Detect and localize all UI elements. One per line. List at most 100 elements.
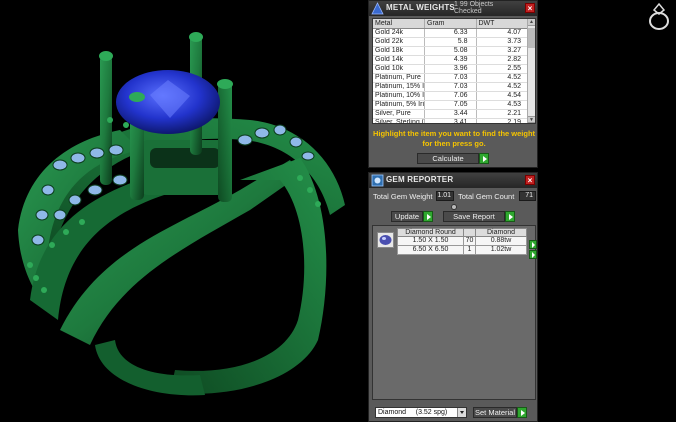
dwt-cell: 4.52 [476, 73, 528, 83]
metal-weights-title: METAL WEIGHTS [386, 3, 455, 12]
update-label: Update [394, 212, 420, 221]
scroll-thumb[interactable] [528, 28, 535, 48]
metal-weights-panel: METAL WEIGHTS 1 99 Objects Checked × Met… [368, 0, 538, 168]
diamond-thumbnail-icon [377, 232, 394, 248]
gram-cell: 6.33 [424, 28, 477, 38]
table-row[interactable]: 1.50 X 1.50 70 0.88tw [397, 236, 527, 246]
gram-cell: 4.39 [424, 55, 477, 65]
table-row[interactable]: Gold 14k 4.39 2.82 [373, 55, 528, 65]
dwt-cell: 2.19 [476, 118, 528, 123]
go-arrow-icon[interactable] [517, 407, 527, 418]
table-row[interactable]: Gold 10k 3.96 2.55 [373, 64, 528, 74]
set-material-label: Set Material [474, 408, 516, 417]
metal-weights-table: Metal Gram DWT Gold 24k 6.33 4.07 Gold 22k 5… [373, 19, 528, 123]
dwt-cell: 3.27 [476, 46, 528, 56]
set-material-button[interactable]: Set Material [473, 407, 527, 418]
metal-name-cell: Gold 22k [373, 37, 425, 47]
table-row[interactable]: Platinum, Pure 7.03 4.52 [373, 73, 528, 83]
go-arrow-icon[interactable] [423, 211, 433, 222]
dwt-cell: 4.07 [476, 28, 528, 38]
table-row[interactable]: Gold 24k 6.33 4.07 [373, 28, 528, 38]
table-row[interactable]: Silver, Pure 3.44 2.21 [373, 109, 528, 119]
gem-reporter-panel: GEM REPORTER × Total Gem Weight 1.01 Tot… [368, 172, 538, 422]
go-arrow-icon[interactable] [505, 211, 515, 222]
metal-weights-hint: Highlight the item you want to find the … [372, 129, 536, 148]
table-row[interactable]: Platinum, 15% Iric7.034.52 [373, 82, 528, 92]
gem-reporter-titlebar[interactable]: GEM REPORTER × [369, 173, 537, 188]
metal-name-cell: Platinum, 10% Iric [373, 91, 425, 101]
table-row[interactable]: Silver, Sterling (9...3.412.19 [373, 118, 528, 123]
gem-weight-cell: 0.88tw [475, 236, 527, 246]
checked-text: Checked [454, 8, 482, 15]
table-row[interactable]: Gold 22k 5.8 3.73 [373, 37, 528, 47]
gem-row-go-button[interactable] [529, 250, 537, 259]
gram-cell: 7.06 [424, 91, 477, 101]
column-header-shape: Diamond Round [397, 228, 464, 237]
gem-weight-cell: 1.02tw [475, 245, 527, 255]
column-header-count [463, 228, 476, 237]
close-icon[interactable]: × [525, 175, 535, 185]
metal-weights-list[interactable]: Metal Gram DWT Gold 24k 6.33 4.07 Gold 22k 5… [372, 18, 536, 124]
save-report-label: Save Report [453, 212, 495, 221]
gram-cell: 7.03 [424, 73, 477, 83]
update-button[interactable]: Update [391, 211, 433, 222]
metal-weights-titlebar[interactable]: METAL WEIGHTS 1 99 Objects Checked × [369, 1, 537, 16]
scroll-down-icon[interactable]: ▼ [528, 116, 535, 123]
dwt-cell: 4.53 [476, 100, 528, 110]
ring-model [18, 32, 345, 396]
dwt-cell: 2.55 [476, 64, 528, 74]
column-header-metal[interactable]: Metal [373, 19, 425, 29]
table-row[interactable]: Platinum, 5% Iric 7.05 4.53 [373, 100, 528, 110]
gem-reporter-title: GEM REPORTER [386, 175, 454, 184]
gem-icon [371, 174, 384, 187]
chevron-down-icon[interactable] [457, 408, 466, 417]
dwt-cell: 3.73 [476, 37, 528, 47]
objects-checked-status: 1 99 Objects Checked [454, 1, 493, 15]
metal-list-scrollbar[interactable]: ▲ ▼ [527, 19, 535, 123]
metal-name-cell: Platinum, Pure [373, 73, 425, 83]
go-arrow-icon[interactable] [479, 153, 489, 164]
gem-size-cell: 6.50 X 6.50 [397, 245, 464, 255]
gem-row-go-button[interactable] [529, 240, 537, 249]
dwt-cell: 4.54 [476, 91, 528, 101]
gram-cell: 3.96 [424, 64, 477, 74]
column-header-material: Diamond [475, 228, 527, 237]
close-icon[interactable]: × [525, 3, 535, 13]
table-header-row: Diamond Round Diamond [397, 228, 527, 237]
table-row[interactable]: Platinum, 10% Iric7.064.54 [373, 91, 528, 101]
gram-cell: 3.44 [424, 109, 477, 119]
material-select-value: Diamond (3.52 spg) [378, 409, 448, 416]
scale-icon [371, 2, 384, 15]
metal-name-cell: Platinum, 15% Iric [373, 82, 425, 92]
gem-count-cell: 70 [463, 236, 476, 246]
metal-name-cell: Gold 14k [373, 55, 425, 65]
save-report-button[interactable]: Save Report [443, 211, 515, 222]
metal-name-cell: Platinum, 5% Iric [373, 100, 425, 110]
gram-cell: 7.05 [424, 100, 477, 110]
total-gem-weight-value: 1.01 [436, 191, 454, 201]
metal-name-cell: Gold 18k [373, 46, 425, 56]
gram-cell: 7.03 [424, 82, 477, 92]
total-gem-weight-label: Total Gem Weight [373, 192, 433, 201]
gem-list[interactable]: Diamond Round Diamond 1.50 X 1.50 70 0.88t… [372, 225, 537, 400]
metal-name-cell: Silver, Pure [373, 109, 425, 119]
dwt-cell: 4.52 [476, 82, 528, 92]
material-select[interactable]: Diamond (3.52 spg) [375, 407, 467, 418]
total-gem-count-value: 71 [519, 191, 536, 201]
column-header-dwt[interactable]: DWT [476, 19, 528, 29]
scroll-up-icon[interactable]: ▲ [528, 19, 535, 26]
table-row[interactable]: Gold 18k 5.08 3.27 [373, 46, 528, 56]
dwt-cell: 2.21 [476, 109, 528, 119]
column-header-gram[interactable]: Gram [424, 19, 477, 29]
gram-cell: 3.41 [424, 118, 477, 123]
calculate-button[interactable]: Calculate [417, 153, 489, 164]
total-gem-count-label: Total Gem Count [458, 192, 515, 201]
gram-cell: 5.08 [424, 46, 477, 56]
gem-table: Diamond Round Diamond 1.50 X 1.50 70 0.88t… [397, 228, 527, 255]
3d-viewport[interactable] [0, 0, 366, 422]
slider-handle-icon[interactable] [451, 204, 457, 210]
table-row[interactable]: 6.50 X 6.50 1 1.02tw [397, 245, 527, 255]
ring-logo-icon [649, 2, 669, 30]
objects-count-text: 1 99 Objects [454, 1, 494, 8]
metal-name-cell: Gold 24k [373, 28, 425, 38]
